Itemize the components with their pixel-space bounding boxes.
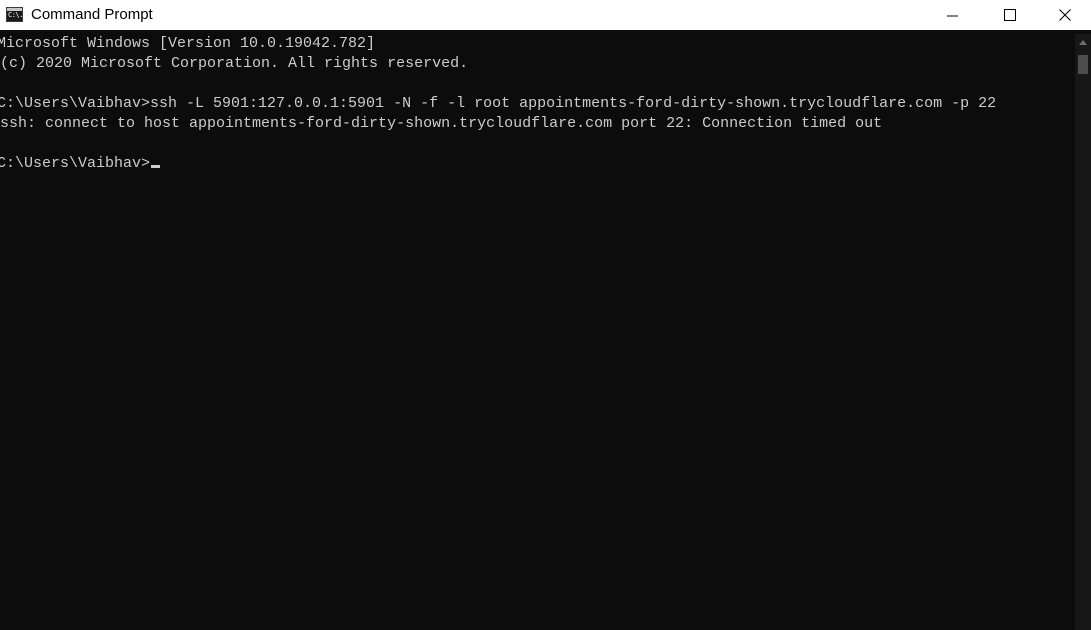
maximize-icon xyxy=(1004,9,1016,21)
command-prompt-window: C:\. Command Prompt Microsoft Windows [V… xyxy=(0,0,1091,630)
scroll-up-arrow-icon[interactable] xyxy=(1079,40,1087,45)
cmd-icon-glyph: C:\. xyxy=(8,11,23,19)
maximize-button[interactable] xyxy=(981,0,1039,30)
cmd-icon[interactable]: C:\. xyxy=(6,7,23,22)
window-title: Command Prompt xyxy=(31,6,153,23)
prompt-text: C:\Users\Vaibhav> xyxy=(0,155,151,172)
minimize-button[interactable] xyxy=(923,0,981,30)
console-output[interactable]: Microsoft Windows [Version 10.0.19042.78… xyxy=(0,34,1075,630)
scrollbar-thumb[interactable] xyxy=(1078,55,1088,74)
console-line: Microsoft Windows [Version 10.0.19042.78… xyxy=(0,35,376,52)
vertical-scrollbar[interactable] xyxy=(1075,34,1091,630)
minimize-icon xyxy=(946,15,958,16)
console-line: (c) 2020 Microsoft Corporation. All righ… xyxy=(0,55,469,72)
close-button[interactable] xyxy=(1039,0,1091,30)
close-icon xyxy=(1059,9,1071,21)
prompt-line[interactable]: C:\Users\Vaibhav> xyxy=(0,154,161,174)
console-line: ssh: connect to host appointments-ford-d… xyxy=(0,115,883,132)
text-cursor xyxy=(151,165,161,168)
title-bar[interactable]: C:\. Command Prompt xyxy=(0,0,1091,30)
console-line: C:\Users\Vaibhav>ssh -L 5901:127.0.0.1:5… xyxy=(0,95,997,112)
